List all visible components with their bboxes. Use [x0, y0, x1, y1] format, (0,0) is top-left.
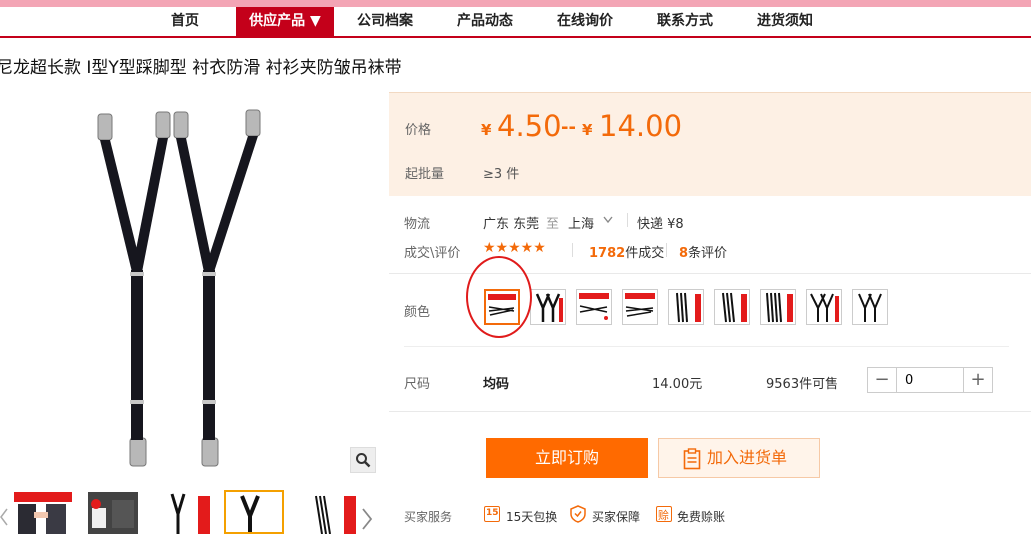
add-to-cart-button[interactable]: 加入进货单	[658, 438, 820, 478]
currency-symbol: ¥	[582, 121, 593, 139]
nav-products[interactable]: 供应产品 ▼	[236, 7, 334, 36]
nav-purchase-notes[interactable]: 进货须知	[737, 7, 833, 36]
color-swatch[interactable]	[806, 289, 842, 325]
main-nav: 首页 供应产品 ▼ 公司档案 产品动态 在线询价 联系方式 进货须知	[0, 7, 1031, 38]
services-label: 买家服务	[404, 510, 453, 524]
chevron-down-icon[interactable]	[603, 216, 613, 224]
price-separator: --	[561, 117, 576, 138]
credit-icon: 赊	[656, 506, 672, 522]
thumbnail[interactable]	[158, 490, 216, 534]
color-label: 颜色	[404, 305, 431, 320]
stock-available: 9563件可售	[766, 377, 839, 392]
color-swatch[interactable]	[668, 289, 704, 325]
rating-stars: ★★★★★	[483, 240, 546, 256]
thumbnail[interactable]	[86, 490, 144, 534]
color-swatch[interactable]	[852, 289, 888, 325]
sold-count: 1782	[589, 246, 626, 261]
thumbnail-strip	[0, 490, 380, 534]
service-item[interactable]: 15天包换	[506, 508, 557, 525]
size-label: 尺码	[404, 377, 431, 392]
nav-home[interactable]: 首页	[137, 7, 233, 36]
color-swatch[interactable]	[576, 289, 612, 325]
divider	[389, 411, 1031, 412]
main-product-image[interactable]	[60, 100, 310, 480]
review-summary[interactable]: 8条评价	[679, 242, 727, 261]
decrement-button[interactable]: −	[868, 368, 896, 392]
review-count: 8	[679, 246, 689, 261]
exchange-15-days-icon: 15	[484, 506, 500, 522]
nav-inquiry[interactable]: 在线询价	[537, 7, 633, 36]
ship-to-word: 至	[546, 217, 560, 232]
thumbnail-selected[interactable]	[224, 490, 284, 534]
price-label: 价格	[405, 123, 432, 138]
shield-icon	[570, 505, 586, 523]
ship-to-select[interactable]: 上海	[568, 213, 594, 232]
moq-label: 起批量	[405, 167, 445, 182]
color-swatch[interactable]	[760, 289, 796, 325]
size-price: 14.00元	[652, 377, 703, 392]
color-swatch[interactable]	[530, 289, 566, 325]
nav-product-news[interactable]: 产品动态	[437, 7, 533, 36]
divider	[627, 213, 628, 227]
price-high: 14.00	[599, 109, 683, 143]
buy-now-button[interactable]: 立即订购	[486, 438, 648, 478]
ship-to-value: 上海	[568, 217, 595, 232]
color-swatch[interactable]	[622, 289, 658, 325]
divider	[404, 346, 1009, 347]
thumbnail[interactable]	[14, 490, 72, 534]
color-swatch[interactable]	[714, 289, 750, 325]
thumbnail[interactable]	[300, 490, 358, 534]
nav-contact[interactable]: 联系方式	[637, 7, 733, 36]
nav-company[interactable]: 公司档案	[337, 7, 433, 36]
sold-suffix: 件成交	[625, 246, 665, 261]
moq-value: ≥3 件	[483, 167, 520, 182]
add-to-cart-label: 加入进货单	[707, 448, 788, 467]
magnifier-icon	[356, 453, 371, 468]
currency-symbol: ¥	[481, 121, 492, 139]
service-item[interactable]: 买家保障	[592, 508, 640, 525]
highlight-circle	[466, 256, 532, 338]
logistics-label: 物流	[404, 217, 431, 232]
quantity-stepper: − +	[867, 367, 993, 393]
deals-label: 成交\评价	[404, 246, 461, 261]
quantity-input[interactable]	[896, 368, 964, 392]
divider	[572, 243, 573, 257]
shipping-fee: 快递 ¥8	[637, 217, 684, 232]
product-title: 尼龙超长款 I型Y型踩脚型 衬衣防滑 衬衫夹防皱吊袜带	[0, 58, 402, 78]
service-item[interactable]: 免费赊账	[677, 508, 725, 525]
review-suffix: 条评价	[688, 246, 728, 261]
sold-summary[interactable]: 1782件成交	[589, 242, 664, 261]
size-value: 均码	[483, 377, 510, 392]
divider	[666, 243, 667, 257]
top-strip	[0, 0, 1031, 7]
clipboard-icon	[683, 448, 701, 470]
ship-from: 广东 东莞	[483, 217, 540, 232]
price-low: 4.50	[497, 109, 562, 143]
increment-button[interactable]: +	[964, 368, 992, 392]
zoom-button[interactable]	[350, 447, 376, 473]
thumbs-next-arrow[interactable]	[361, 507, 373, 531]
